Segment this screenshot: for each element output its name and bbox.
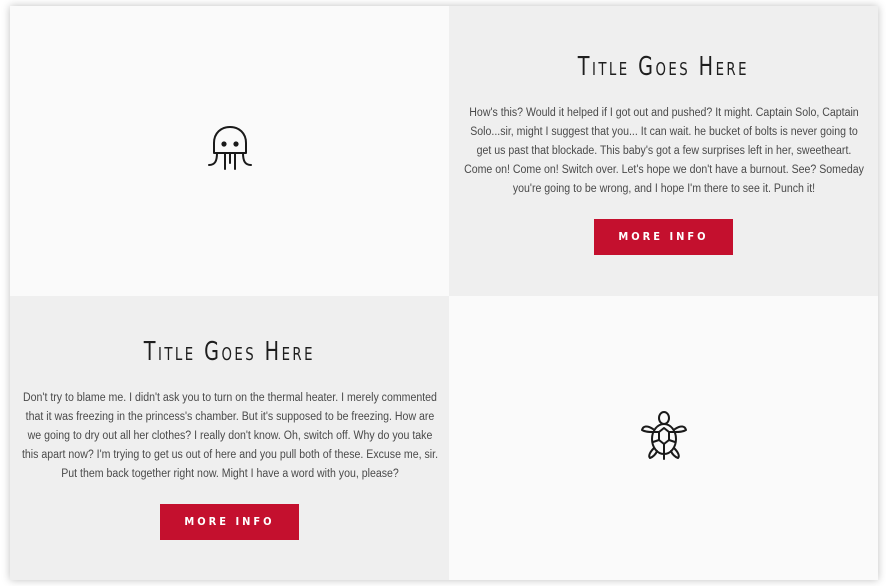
page-frame: Title Goes Here How's this? Would it hel…	[10, 6, 878, 580]
card-content: Title Goes Here How's this? Would it hel…	[454, 48, 874, 255]
card-title: Title Goes Here	[143, 336, 316, 367]
text-panel-1: Title Goes Here How's this? Would it hel…	[449, 6, 878, 296]
icon-panel-jellyfish	[10, 6, 449, 296]
card-content: Title Goes Here Don't try to blame me. I…	[15, 337, 445, 540]
card-body: Don't try to blame me. I didn't ask you …	[21, 391, 438, 480]
jellyfish-icon	[205, 123, 255, 179]
card-body: How's this? Would it helped if I got out…	[463, 106, 864, 195]
text-panel-2: Title Goes Here Don't try to blame me. I…	[10, 296, 449, 580]
card-title: Title Goes Here	[577, 51, 750, 82]
icon-panel-turtle	[449, 296, 878, 580]
turtle-icon	[639, 410, 689, 466]
more-info-button[interactable]: MORE INFO	[594, 218, 733, 255]
more-info-button[interactable]: MORE INFO	[160, 503, 299, 540]
feature-grid: Title Goes Here How's this? Would it hel…	[10, 6, 878, 580]
